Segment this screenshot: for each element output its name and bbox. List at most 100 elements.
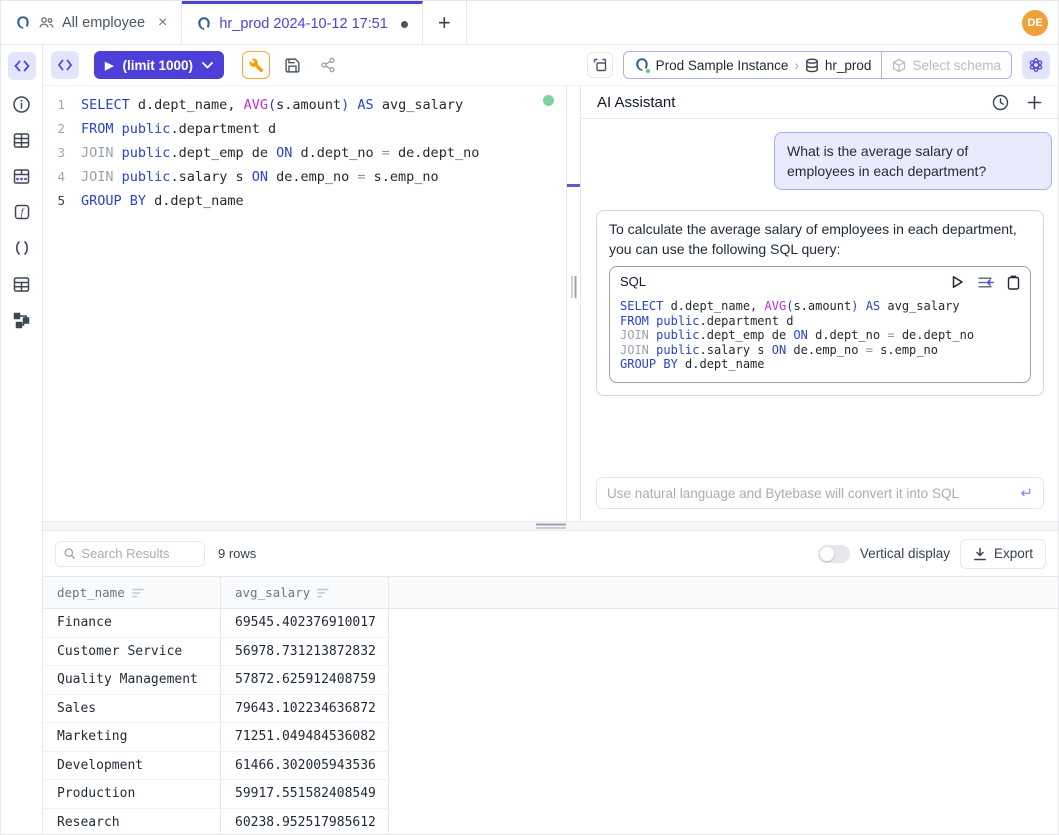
- tab-hr-prod[interactable]: hr_prod 2024-10-12 17:51: [182, 1, 423, 44]
- openai-assistant-button[interactable]: [1022, 51, 1050, 79]
- cell-avg-salary: 59917.551582408549: [221, 780, 389, 809]
- unsaved-indicator-dot: [401, 21, 408, 28]
- horizontal-splitter-handle[interactable]: [536, 524, 566, 529]
- schema-box-icon: [892, 58, 906, 73]
- cell-dept-name: Marketing: [43, 723, 221, 752]
- format-sql-button[interactable]: [242, 51, 270, 79]
- schema-selector[interactable]: Select schema: [881, 52, 1011, 78]
- clock-icon[interactable]: [992, 94, 1009, 111]
- batch-mode-button[interactable]: [587, 52, 613, 78]
- editor-status-dot: [543, 95, 554, 106]
- table-row[interactable]: Customer Service56978.731213872832: [43, 638, 1058, 667]
- cell-dept-name: Research: [43, 809, 221, 835]
- postgresql-icon: [196, 16, 212, 32]
- vertical-splitter[interactable]: [566, 86, 581, 521]
- tab-all-employee[interactable]: All employee ×: [1, 1, 182, 44]
- run-button-label: (limit 1000): [122, 58, 193, 73]
- editor-line: 2FROM public.department d: [43, 117, 566, 141]
- avatar[interactable]: DE: [1022, 10, 1048, 36]
- sql-editor[interactable]: 1SELECT d.dept_name, AVG(s.amount) AS av…: [43, 86, 566, 521]
- openai-icon: [1028, 57, 1044, 73]
- cell-avg-salary: 61466.302005943536: [221, 752, 389, 781]
- close-icon[interactable]: ×: [158, 14, 167, 32]
- export-button[interactable]: Export: [960, 539, 1046, 569]
- cell-dept-name: Finance: [43, 609, 221, 638]
- code-panel-toggle-button[interactable]: [51, 51, 79, 79]
- vertical-display-toggle[interactable]: [818, 545, 850, 563]
- cell-empty: [389, 609, 1058, 638]
- table-row[interactable]: Sales79643.102234636872: [43, 695, 1058, 724]
- search-results-box[interactable]: [55, 541, 205, 567]
- share-button[interactable]: [314, 51, 342, 79]
- cell-empty: [389, 638, 1058, 667]
- table-row[interactable]: Marketing71251.049484536082: [43, 723, 1058, 752]
- instance-database-segment[interactable]: Prod Sample Instance › hr_prod: [624, 52, 882, 78]
- insert-into-editor-icon[interactable]: [977, 276, 994, 289]
- instance-status-dot: [645, 68, 651, 74]
- tab-label: hr_prod 2024-10-12 17:51: [219, 16, 388, 32]
- sidebar-item-external-tables[interactable]: [1, 266, 42, 302]
- results-toolbar: 9 rows Vertical display Export: [43, 531, 1058, 576]
- postgresql-icon: [634, 57, 650, 73]
- editor-line: 3JOIN public.dept_emp de ON d.dept_no = …: [43, 141, 566, 165]
- cell-dept-name: Sales: [43, 695, 221, 724]
- download-icon: [973, 547, 987, 561]
- column-header-empty: [389, 577, 1058, 608]
- editor-line: 5GROUP BY d.dept_name: [43, 189, 566, 213]
- table-row[interactable]: Research60238.952517985612: [43, 809, 1058, 835]
- cell-dept-name: Quality Management: [43, 666, 221, 695]
- schema-placeholder: Select schema: [912, 58, 1001, 73]
- column-header-avg-salary[interactable]: avg_salary: [221, 577, 389, 608]
- ai-assistant-panel: AI Assistant What is the average salary …: [581, 86, 1058, 521]
- sort-icon[interactable]: [132, 588, 144, 598]
- vertical-splitter-handle[interactable]: [571, 276, 576, 298]
- run-snippet-icon[interactable]: [951, 275, 964, 289]
- ai-assistant-header: AI Assistant: [581, 86, 1058, 119]
- copy-icon[interactable]: [1007, 275, 1020, 290]
- sort-icon[interactable]: [317, 588, 329, 598]
- table-row[interactable]: Quality Management57872.625912408759: [43, 666, 1058, 695]
- ai-sql-code: SELECT d.dept_name, AVG(s.amount) AS avg…: [620, 299, 1020, 372]
- cell-avg-salary: 60238.952517985612: [221, 809, 389, 835]
- sidebar-item-info[interactable]: [1, 86, 42, 122]
- save-sheet-button[interactable]: [278, 51, 306, 79]
- run-query-button[interactable]: ▶ (limit 1000): [94, 51, 224, 79]
- sidebar-item-functions[interactable]: f: [1, 194, 42, 230]
- sidebar-item-table-data[interactable]: [1, 158, 42, 194]
- cell-avg-salary: 69545.402376910017: [221, 609, 389, 638]
- instance-name: Prod Sample Instance: [656, 58, 789, 73]
- sidebar-item-schema-diagram[interactable]: [1, 302, 42, 338]
- enter-icon[interactable]: ↵: [1020, 484, 1033, 502]
- results-table-header: dept_name avg_salary: [43, 577, 1058, 609]
- search-results-input[interactable]: [81, 546, 196, 561]
- sidebar-item-sql-editor[interactable]: [8, 52, 36, 80]
- cell-avg-salary: 56978.731213872832: [221, 638, 389, 667]
- save-icon: [284, 57, 301, 74]
- ai-code-block: SQL SELECT d.dept_name, AVG(s.amount) AS…: [609, 266, 1031, 383]
- add-tab-button[interactable]: +: [423, 1, 467, 44]
- sidebar-item-tables[interactable]: [1, 122, 42, 158]
- column-header-dept-name[interactable]: dept_name: [43, 577, 221, 608]
- table-row[interactable]: Development61466.302005943536: [43, 752, 1058, 781]
- cell-empty: [389, 695, 1058, 724]
- cell-dept-name: Development: [43, 752, 221, 781]
- plus-icon[interactable]: [1027, 95, 1042, 110]
- batch-mode-icon: [593, 58, 607, 72]
- ai-prompt-input-row: ↵: [596, 477, 1044, 509]
- wrench-icon: [249, 58, 264, 73]
- assistant-response-text: To calculate the average salary of emplo…: [609, 221, 1017, 257]
- scrollbar-thumb[interactable]: [567, 184, 580, 187]
- horizontal-splitter[interactable]: [43, 521, 1058, 531]
- assistant-response-card: To calculate the average salary of emplo…: [596, 210, 1044, 396]
- connection-selector[interactable]: Prod Sample Instance › hr_prod Select sc…: [623, 51, 1012, 79]
- vertical-display-label: Vertical display: [860, 546, 950, 561]
- ai-prompt-input[interactable]: [607, 486, 1020, 501]
- play-icon: ▶: [105, 59, 113, 72]
- sidebar-item-procedures[interactable]: [1, 230, 42, 266]
- table-row[interactable]: Finance69545.402376910017: [43, 609, 1058, 638]
- ai-conversation: What is the average salary of employees …: [581, 119, 1058, 521]
- search-icon: [64, 547, 75, 560]
- table-row[interactable]: Production59917.551582408549: [43, 780, 1058, 809]
- results-table-body: Finance69545.402376910017Customer Servic…: [43, 609, 1058, 835]
- share-icon: [320, 57, 336, 73]
